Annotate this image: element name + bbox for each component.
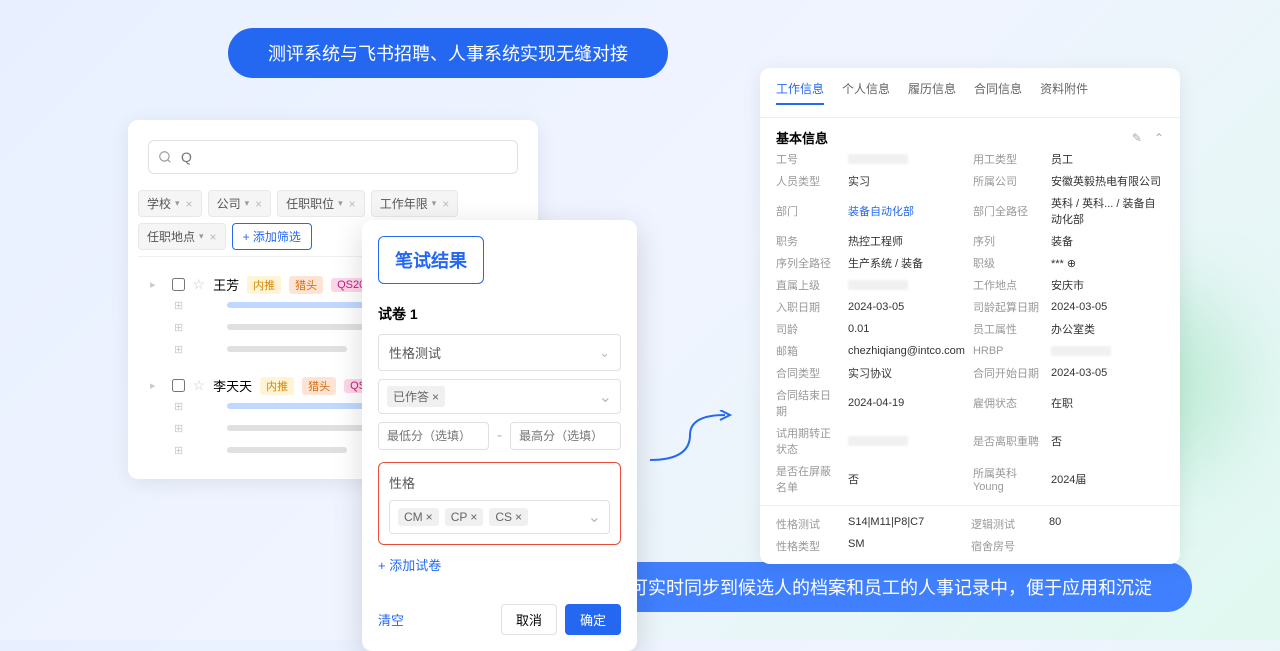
field-value bbox=[1049, 538, 1164, 554]
field-label: 工号 bbox=[776, 151, 840, 167]
field-value: 英科 / 英科... / 装备自动化部 bbox=[1051, 195, 1164, 227]
field-label: 性格测试 bbox=[776, 516, 840, 532]
field-label: 用工类型 bbox=[973, 151, 1043, 167]
field-label: HRBP bbox=[973, 345, 1043, 357]
min-score-input[interactable] bbox=[378, 422, 489, 450]
collapse-icon[interactable]: ⌃ bbox=[1154, 131, 1164, 145]
field-label: 宿舍房号 bbox=[971, 538, 1041, 554]
trait-tag[interactable]: CS × bbox=[489, 508, 528, 526]
field-label: 部门 bbox=[776, 203, 840, 219]
exam-title: 笔试结果 bbox=[378, 236, 484, 284]
filter-chip[interactable]: 任职职位▾× bbox=[277, 190, 365, 217]
field-value bbox=[848, 436, 965, 446]
candidate-checkbox[interactable] bbox=[172, 278, 185, 291]
hr-tab[interactable]: 履历信息 bbox=[908, 80, 956, 105]
hr-tab[interactable]: 工作信息 bbox=[776, 80, 824, 105]
clear-button[interactable]: 清空 bbox=[378, 610, 404, 629]
field-value: S14|M11|P8|C7 bbox=[848, 516, 963, 532]
hr-tab[interactable]: 个人信息 bbox=[842, 80, 890, 105]
field-value: 80 bbox=[1049, 516, 1164, 532]
field-value: 装备自动化部 bbox=[848, 203, 965, 219]
field-value bbox=[1051, 346, 1164, 356]
headline-pill-top: 测评系统与飞书招聘、人事系统实现无缝对接 bbox=[228, 28, 668, 78]
filter-chip[interactable]: 任职地点▾× bbox=[138, 223, 226, 250]
field-value: 装备 bbox=[1051, 233, 1164, 249]
hr-tab[interactable]: 资料附件 bbox=[1040, 80, 1088, 105]
test-type-select[interactable]: 性格测试⌄ bbox=[378, 334, 621, 371]
field-value: 热控工程师 bbox=[848, 233, 965, 249]
field-value: 2024届 bbox=[1051, 471, 1164, 487]
trait-tag[interactable]: CP × bbox=[445, 508, 484, 526]
field-value: 安徽英毅热电有限公司 bbox=[1051, 173, 1164, 189]
add-filter-button[interactable]: + 添加筛选 bbox=[232, 223, 312, 250]
field-label: 入职日期 bbox=[776, 299, 840, 315]
candidate-checkbox[interactable] bbox=[172, 379, 185, 392]
field-value: 2024-04-19 bbox=[848, 397, 965, 409]
field-label: 雇佣状态 bbox=[973, 395, 1043, 411]
field-label: 是否离职重聘 bbox=[973, 433, 1043, 449]
field-value: 实习协议 bbox=[848, 365, 965, 381]
field-label: 合同类型 bbox=[776, 365, 840, 381]
star-icon[interactable]: ☆ bbox=[193, 377, 206, 394]
field-value: *** ⊕ bbox=[1051, 257, 1164, 270]
search-icon bbox=[158, 150, 172, 164]
field-label: 试用期转正状态 bbox=[776, 425, 840, 457]
field-value: 办公室类 bbox=[1051, 321, 1164, 337]
answer-status[interactable]: 已作答×⌄ bbox=[378, 379, 621, 414]
field-value: 否 bbox=[1051, 433, 1164, 449]
field-label: 所属公司 bbox=[973, 173, 1043, 189]
exam-result-panel: 笔试结果 试卷 1 性格测试⌄ 已作答×⌄ - 性格 CM ×CP ×CS ×⌄… bbox=[362, 220, 637, 651]
field-label: 职务 bbox=[776, 233, 840, 249]
field-value: 安庆市 bbox=[1051, 277, 1164, 293]
cancel-button[interactable]: 取消 bbox=[501, 604, 557, 635]
star-icon[interactable]: ☆ bbox=[193, 276, 206, 293]
field-label: 司龄 bbox=[776, 321, 840, 337]
field-value bbox=[848, 280, 965, 290]
filter-chip[interactable]: 学校▾× bbox=[138, 190, 202, 217]
field-label: 员工属性 bbox=[973, 321, 1043, 337]
field-label: 人员类型 bbox=[776, 173, 840, 189]
field-value: 2024-03-05 bbox=[1051, 301, 1164, 313]
field-label: 合同结束日期 bbox=[776, 387, 840, 419]
field-value bbox=[848, 154, 965, 164]
field-label: 直属上级 bbox=[776, 277, 840, 293]
field-label: 职级 bbox=[973, 255, 1043, 271]
field-label: 合同开始日期 bbox=[973, 365, 1043, 381]
filter-chip[interactable]: 公司▾× bbox=[208, 190, 272, 217]
field-value: 在职 bbox=[1051, 395, 1164, 411]
field-value: SM bbox=[848, 538, 963, 554]
hr-tab[interactable]: 合同信息 bbox=[974, 80, 1022, 105]
field-value: 2024-03-05 bbox=[1051, 367, 1164, 379]
confirm-button[interactable]: 确定 bbox=[565, 604, 621, 635]
field-value: 实习 bbox=[848, 173, 965, 189]
field-label: 序列 bbox=[973, 233, 1043, 249]
field-label: 工作地点 bbox=[973, 277, 1043, 293]
trait-tag[interactable]: CM × bbox=[398, 508, 439, 526]
section-title: 基本信息 bbox=[776, 128, 828, 147]
hr-info-panel: 工作信息个人信息履历信息合同信息资料附件 基本信息 ✎ ⌃ 工号 用工类型员工人员… bbox=[760, 68, 1180, 564]
field-label: 是否在屏蔽名单 bbox=[776, 463, 840, 495]
field-label: 性格类型 bbox=[776, 538, 840, 554]
field-value: 否 bbox=[848, 471, 965, 487]
field-label: 序列全路径 bbox=[776, 255, 840, 271]
field-label: 邮箱 bbox=[776, 343, 840, 359]
field-value: 员工 bbox=[1051, 151, 1164, 167]
field-label: 部门全路径 bbox=[973, 203, 1043, 219]
filter-chip[interactable]: 工作年限▾× bbox=[371, 190, 459, 217]
add-paper-link[interactable]: + 添加试卷 bbox=[378, 555, 621, 574]
field-label: 司龄起算日期 bbox=[973, 299, 1043, 315]
edit-icon[interactable]: ✎ bbox=[1132, 131, 1142, 145]
trait-highlight-box: 性格 CM ×CP ×CS ×⌄ bbox=[378, 462, 621, 545]
field-value: 0.01 bbox=[848, 323, 965, 335]
trait-select[interactable]: CM ×CP ×CS ×⌄ bbox=[389, 500, 610, 534]
field-value: 2024-03-05 bbox=[848, 301, 965, 313]
field-label: 逻辑测试 bbox=[971, 516, 1041, 532]
field-value: chezhiqiang@intco.com bbox=[848, 345, 965, 357]
paper-label: 试卷 1 bbox=[378, 304, 621, 324]
arrow-connector bbox=[645, 410, 735, 470]
max-score-input[interactable] bbox=[510, 422, 621, 450]
field-value: 生产系统 / 装备 bbox=[848, 255, 965, 271]
field-label: 所属英科Young bbox=[973, 465, 1043, 493]
search-input[interactable] bbox=[148, 140, 518, 174]
